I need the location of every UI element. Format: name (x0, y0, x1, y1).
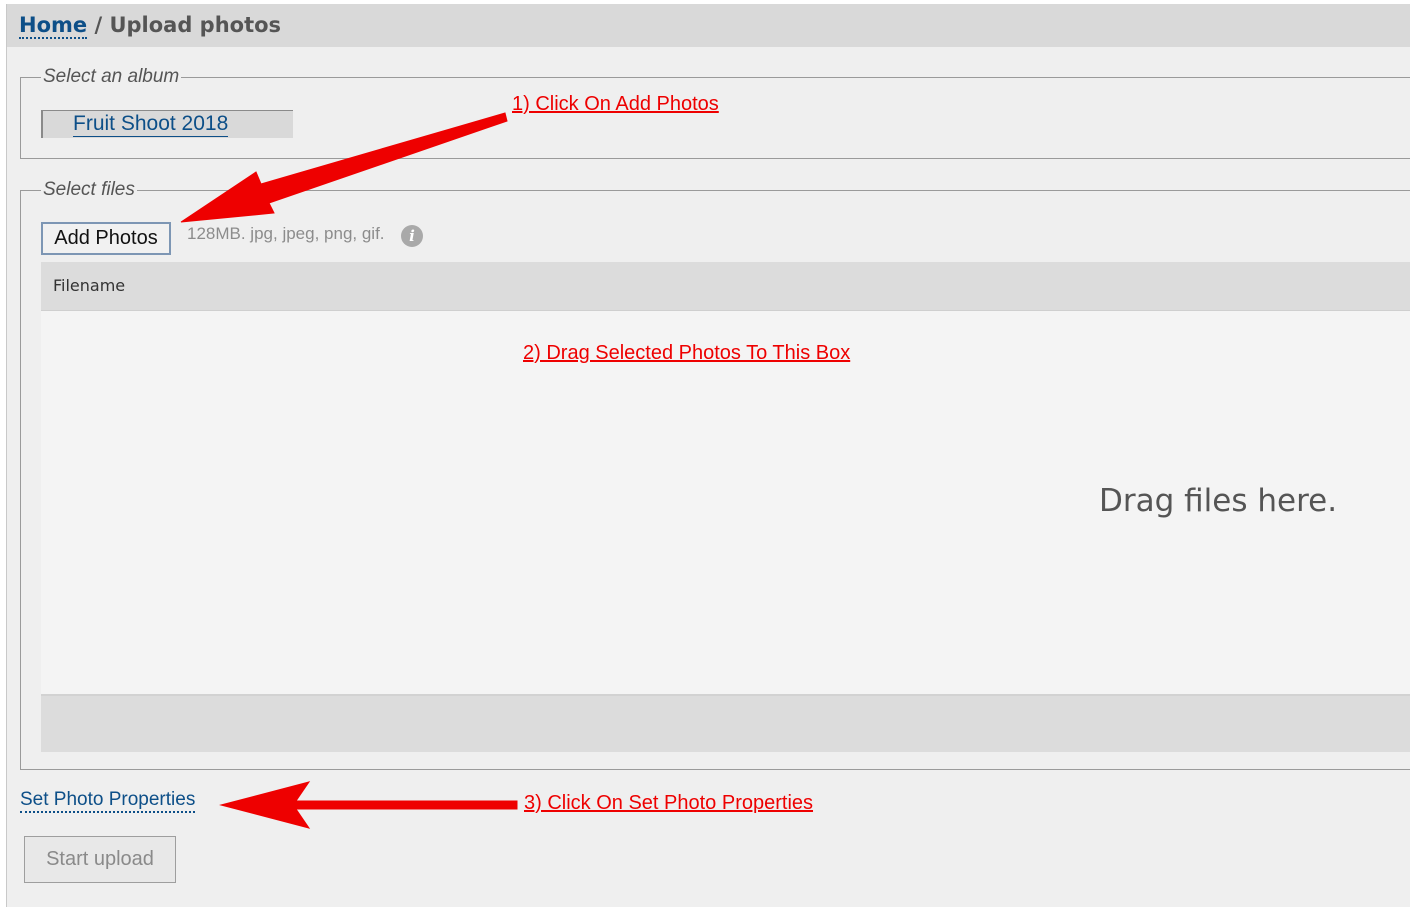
annotation-step-3: 3) Click On Set Photo Properties (524, 792, 814, 814)
info-icon[interactable]: i (401, 225, 423, 247)
annotation-step-2: 2) Drag Selected Photos To This Box (523, 342, 851, 364)
page-title: Upload photos (109, 13, 282, 37)
add-photos-button[interactable]: Add Photos (41, 222, 171, 255)
annotation-step-1: 1) Click On Add Photos (512, 93, 719, 115)
file-type-hint: 128MB. jpg, jpeg, png, gif. (187, 224, 385, 243)
drop-zone-text: Drag files here. (1099, 483, 1338, 519)
filename-column-header: Filename (53, 276, 126, 295)
album-select-button[interactable]: Fruit Shoot 2018 (41, 110, 293, 138)
breadcrumb-separator: / (94, 13, 103, 37)
set-photo-properties-link[interactable]: Set Photo Properties (20, 789, 196, 813)
album-legend: Select an album (41, 66, 182, 88)
start-upload-button[interactable]: Start upload (24, 836, 176, 883)
selected-album-link[interactable]: Fruit Shoot 2018 (73, 112, 229, 137)
file-list-table: Filename Drag files here. (41, 262, 1410, 752)
breadcrumb-home-link[interactable]: Home (19, 13, 88, 39)
table-footer (41, 694, 1410, 752)
files-legend: Select files (41, 179, 137, 201)
drop-zone[interactable]: Drag files here. (41, 311, 1410, 694)
page-header: Home / Upload photos (7, 4, 1410, 47)
files-fieldset: Select files Add Photos 128MB. jpg, jpeg… (20, 179, 1410, 770)
table-header: Filename (41, 262, 1410, 311)
breadcrumb: Home / Upload photos (19, 13, 282, 39)
album-fieldset: Select an album Fruit Shoot 2018 (20, 66, 1410, 159)
